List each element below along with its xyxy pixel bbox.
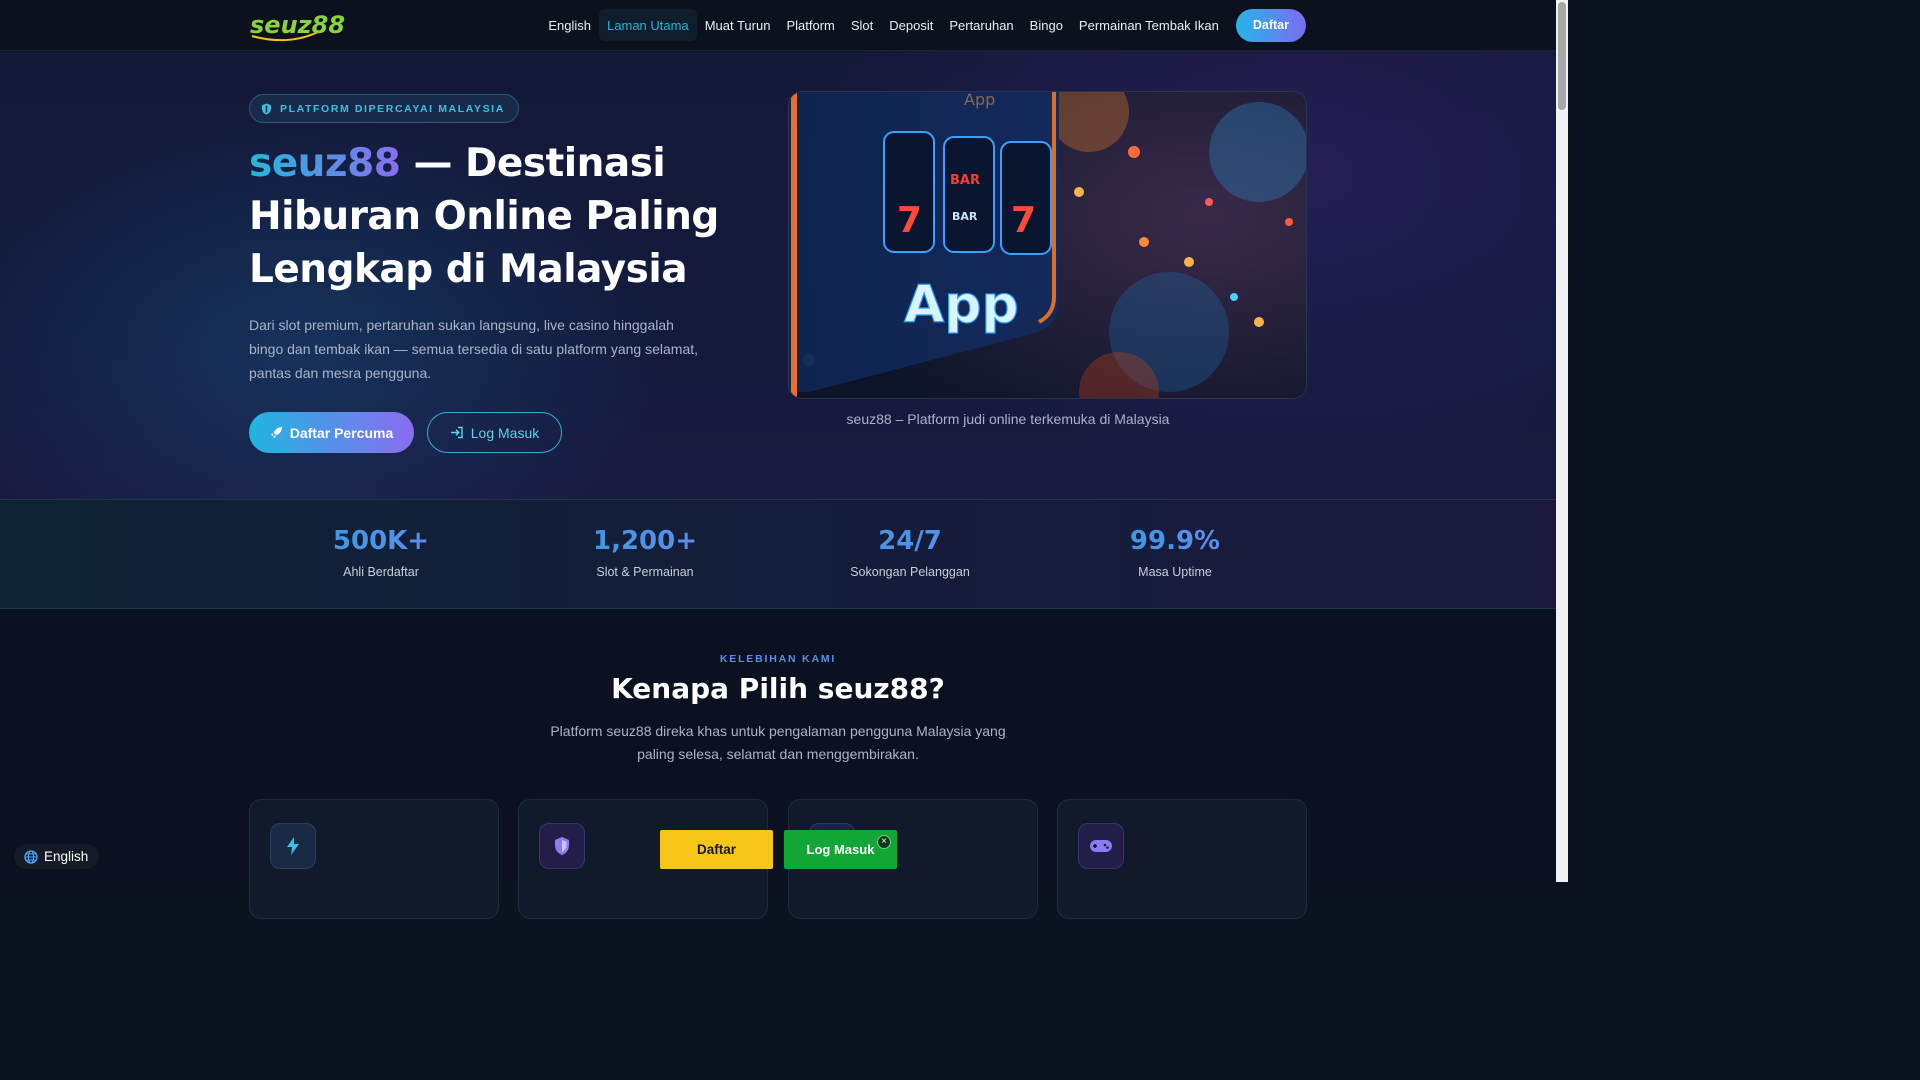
nav-item-laman-utama[interactable]: Laman Utama	[599, 9, 697, 41]
stat-value: 24/7	[810, 524, 1010, 558]
stat-games: 1,200+ Slot & Permainan	[545, 524, 745, 579]
nav-item-muat-turun[interactable]: Muat Turun	[697, 9, 779, 41]
slot-machine-illustration: 7 BAR BAR 7 App App	[789, 92, 1306, 398]
main-nav: English Laman Utama Muat Turun Platform …	[540, 8, 1306, 42]
trust-badge: PLATFORM DIPERCAYAI MALAYSIA	[249, 94, 519, 123]
reel-1-symbol: 7	[897, 200, 922, 241]
stat-uptime: 99.9% Masa Uptime	[1075, 524, 1275, 579]
shield-icon	[262, 103, 271, 114]
stat-label: Sokongan Pelanggan	[850, 565, 970, 579]
globe-icon	[24, 849, 38, 864]
reel-2-symbol-top: BAR	[950, 173, 980, 188]
section-title: Kenapa Pilih seuz88?	[611, 672, 945, 705]
hero-section: PLATFORM DIPERCAYAI MALAYSIA seuz88 — De…	[0, 51, 1556, 499]
page-scrollbar[interactable]	[1556, 0, 1568, 882]
nav-item-slot[interactable]: Slot	[843, 9, 881, 41]
stat-value: 1,200+	[545, 524, 745, 558]
badge-label: PLATFORM DIPERCAYAI MALAYSIA	[280, 102, 505, 115]
stats-bar: 500K+ Ahli Berdaftar 1,200+ Slot & Perma…	[0, 499, 1556, 609]
login-button[interactable]: Log Masuk	[427, 412, 562, 453]
stat-value: 99.9%	[1075, 524, 1275, 558]
reel-3-symbol: 7	[1011, 200, 1036, 241]
site-logo[interactable]: seuz88	[248, 6, 366, 44]
image-top-text: App	[964, 92, 995, 109]
hero-image: 7 BAR BAR 7 App App	[788, 91, 1307, 399]
free-register-button[interactable]: Daftar Percuma	[249, 412, 414, 453]
hero-description: Dari slot premium, pertaruhan sukan lang…	[249, 317, 699, 381]
nav-item-tembak-ikan[interactable]: Permainan Tembak Ikan	[1071, 9, 1227, 41]
nav-item-english[interactable]: English	[540, 9, 599, 41]
hero-title: seuz88 — Destinasi Hiburan Online Paling…	[249, 137, 769, 296]
close-icon[interactable]: ×	[877, 835, 891, 849]
login-icon	[450, 426, 463, 439]
image-caption: seuz88 – Platform judi online terkemuka …	[846, 411, 1170, 427]
stat-members: 500K+ Ahli Berdaftar	[281, 524, 481, 579]
nav-item-bingo[interactable]: Bingo	[1022, 9, 1071, 41]
nav-item-pertaruhan[interactable]: Pertaruhan	[941, 9, 1021, 41]
stat-label: Masa Uptime	[1138, 565, 1212, 579]
stat-value: 500K+	[281, 524, 481, 558]
image-app-text: App	[904, 275, 1019, 335]
section-kicker: KELEBIHAN KAMI	[719, 653, 837, 665]
scrollbar-thumb[interactable]	[1558, 2, 1566, 110]
login-label: Log Masuk	[470, 424, 540, 441]
stat-support: 24/7 Sokongan Pelanggan	[810, 524, 1010, 579]
hero-title-brand: seuz88	[249, 141, 401, 186]
register-button[interactable]: Daftar	[1235, 8, 1306, 42]
stat-label: Ahli Berdaftar	[343, 565, 419, 579]
features-section: KELEBIHAN KAMI Kenapa Pilih seuz88? Plat…	[0, 610, 1556, 919]
feature-card	[1057, 799, 1307, 919]
free-register-label: Daftar Percuma	[289, 424, 394, 441]
stat-label: Slot & Permainan	[596, 565, 694, 579]
floating-register-button[interactable]: Daftar	[660, 830, 773, 869]
reel-2-symbol-bottom: BAR	[952, 210, 978, 223]
shield-icon	[539, 823, 585, 869]
feature-card	[249, 799, 499, 919]
section-description: Platform seuz88 direka khas untuk pengal…	[550, 723, 1006, 762]
top-navbar: seuz88 English Laman Utama Muat Turun Pl…	[0, 0, 1556, 51]
nav-item-deposit[interactable]: Deposit	[881, 9, 941, 41]
gamepad-icon	[1078, 823, 1124, 869]
language-switcher[interactable]: English	[14, 844, 100, 869]
logo-text: seuz88	[250, 11, 345, 39]
rocket-icon	[270, 427, 282, 438]
language-label: English	[44, 849, 89, 864]
lightning-icon	[270, 823, 316, 869]
nav-item-platform[interactable]: Platform	[778, 9, 842, 41]
